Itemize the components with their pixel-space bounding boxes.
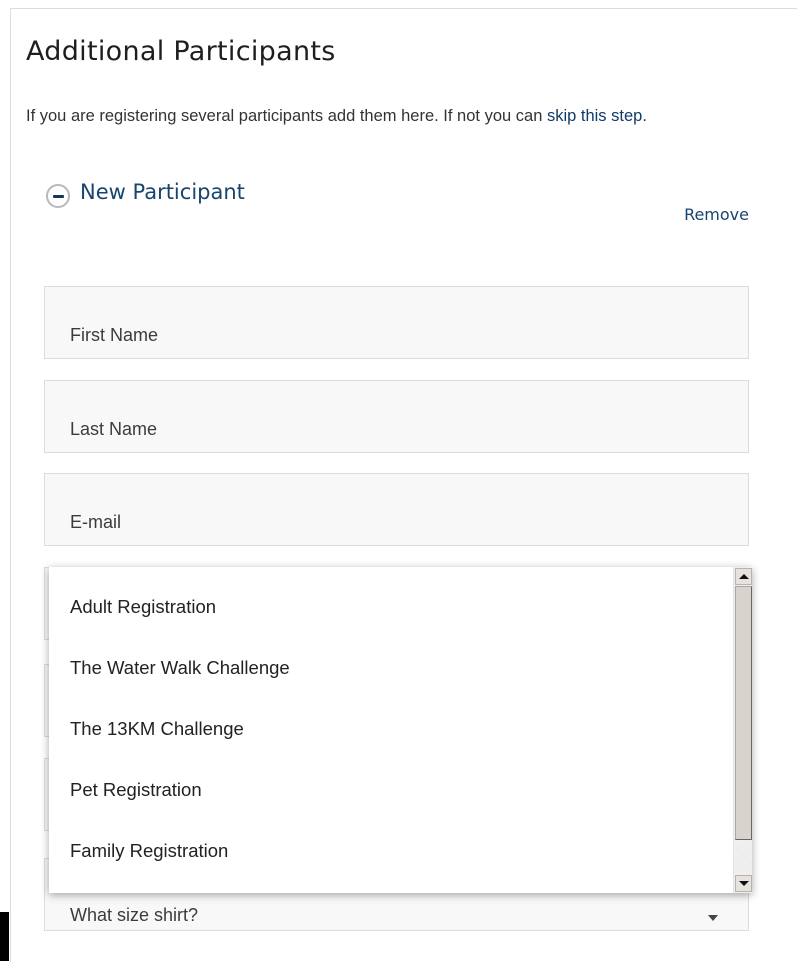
first-name-input[interactable]: [45, 287, 748, 358]
participant-title: New Participant: [80, 180, 245, 204]
dropdown-option-adult-registration[interactable]: Adult Registration: [49, 576, 729, 637]
intro-text-end: .: [642, 107, 647, 125]
dropdown-option-13km[interactable]: The 13KM Challenge: [49, 698, 729, 759]
scrollbar-thumb[interactable]: [735, 586, 752, 840]
dropdown-scrollbar[interactable]: [733, 567, 752, 893]
scroll-down-arrow-icon[interactable]: [735, 875, 752, 892]
first-name-field[interactable]: [44, 286, 749, 359]
scrollbar-track[interactable]: [735, 842, 752, 873]
dropdown-option-water-walk[interactable]: The Water Walk Challenge: [49, 637, 729, 698]
dropdown-option-family-registration[interactable]: Family Registration: [49, 820, 729, 881]
dropdown-option-pet-registration[interactable]: Pet Registration: [49, 759, 729, 820]
remove-participant-link[interactable]: Remove: [684, 205, 749, 224]
participant-toggle[interactable]: New Participant: [46, 176, 245, 208]
skip-step-link[interactable]: skip this step: [547, 107, 642, 125]
edge-artifact: [0, 912, 9, 961]
scroll-up-arrow-icon[interactable]: [735, 568, 752, 585]
section-title: Additional Participants: [26, 36, 336, 67]
intro-text: If you are registering several participa…: [26, 104, 756, 129]
last-name-input[interactable]: [45, 381, 748, 452]
registration-dropdown-list[interactable]: Adult Registration The Water Walk Challe…: [49, 567, 752, 893]
dropdown-options: Adult Registration The Water Walk Challe…: [49, 576, 729, 881]
last-name-field[interactable]: [44, 380, 749, 453]
chevron-down-icon[interactable]: [708, 915, 718, 921]
shirt-size-value: What size shirt?: [70, 905, 199, 925]
email-input[interactable]: [45, 474, 748, 545]
intro-text-body: If you are registering several participa…: [26, 107, 547, 125]
email-field[interactable]: [44, 473, 749, 546]
collapse-minus-icon[interactable]: [46, 184, 70, 208]
